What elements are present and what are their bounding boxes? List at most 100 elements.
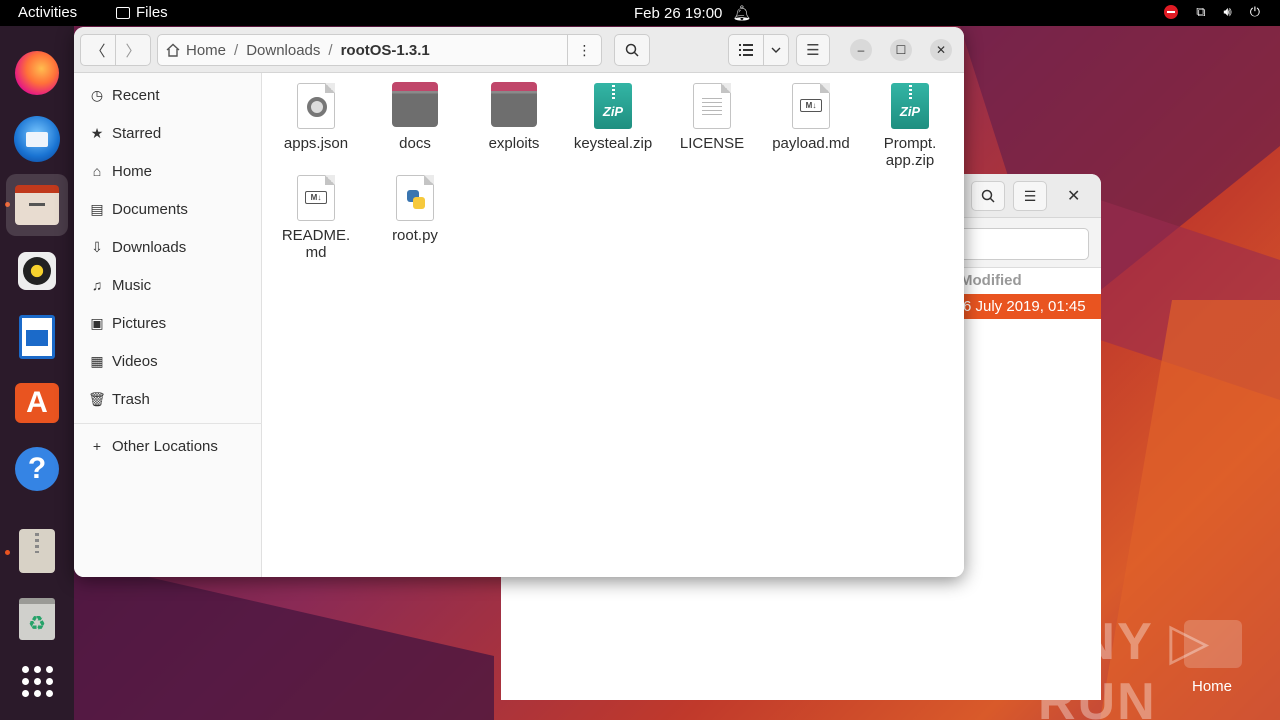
volume-icon: 🔊︎ xyxy=(1223,4,1232,19)
star-icon: ★ xyxy=(90,124,104,141)
breadcrumb-downloads[interactable]: Downloads xyxy=(238,42,328,59)
file-item[interactable]: ZiP Prompt. app.zip xyxy=(864,81,956,169)
folder-item[interactable]: docs xyxy=(369,81,461,152)
close-button[interactable]: ✕ xyxy=(930,39,952,61)
running-indicator xyxy=(5,550,10,555)
back-button[interactable]: 〈 xyxy=(80,34,116,66)
sidebar-item-label: Recent xyxy=(112,86,160,104)
power-icon: ⏻ xyxy=(1249,4,1260,19)
file-item[interactable]: M↓ README. md xyxy=(270,173,362,261)
app-menu[interactable]: Files xyxy=(116,4,168,21)
search-icon xyxy=(981,189,995,203)
sidebar-item-pictures[interactable]: ▣ Pictures xyxy=(74,304,262,342)
dock-archive-manager[interactable] xyxy=(14,528,60,574)
chevron-down-icon xyxy=(771,47,781,53)
writer-icon xyxy=(19,315,55,359)
sidebar-item-label: Documents xyxy=(112,200,188,218)
breadcrumb-current[interactable]: rootOS-1.3.1 xyxy=(333,42,438,59)
dock-help[interactable]: ? xyxy=(14,446,60,492)
view-options-button[interactable] xyxy=(763,34,789,66)
trash-icon: 🗑︎ xyxy=(88,390,106,407)
json-file-icon xyxy=(297,83,335,129)
trash-icon: ♻ xyxy=(19,598,55,640)
file-name: apps.json xyxy=(283,135,349,152)
file-grid: apps.json docs exploits ZiP keysteal.zip… xyxy=(262,73,964,577)
dock-trash[interactable]: ♻ xyxy=(14,596,60,642)
sidebar-item-videos[interactable]: ▦ Videos xyxy=(74,342,262,380)
file-name: README. md xyxy=(281,227,351,261)
wallpaper-facet xyxy=(74,560,494,720)
file-name: exploits xyxy=(488,135,540,152)
file-name: keysteal.zip xyxy=(573,135,653,152)
sidebar-divider xyxy=(74,423,262,424)
sidebar-item-label: Home xyxy=(112,162,153,180)
firefox-icon xyxy=(15,51,59,95)
chevron-right-icon: 〉 xyxy=(125,42,141,60)
sidebar-item-label: Trash xyxy=(112,390,150,408)
dock-writer[interactable] xyxy=(14,314,60,360)
column-header-modified[interactable]: Modified xyxy=(960,272,1022,289)
activities-button[interactable]: Activities xyxy=(18,4,77,21)
sidebar-item-other-locations[interactable]: + Other Locations xyxy=(74,427,262,465)
file-item[interactable]: root.py xyxy=(369,173,461,244)
sidebar-item-downloads[interactable]: ⇩ Downloads xyxy=(74,228,262,266)
clock[interactable]: Feb 26 19:00 🔔︎ xyxy=(634,4,752,23)
dock-files[interactable] xyxy=(6,174,68,236)
clock-icon: ◷ xyxy=(90,86,104,103)
file-item[interactable]: ZiP keysteal.zip xyxy=(567,81,659,152)
python-file-icon xyxy=(396,175,434,221)
file-name: Prompt. app.zip xyxy=(883,135,937,169)
sidebar: ◷ Recent ★ Starred ⌂ Home ▤ Documents ⇩ Downl… xyxy=(74,73,262,577)
music-icon: ♫ xyxy=(91,277,103,293)
desktop-home-icon[interactable] xyxy=(1184,620,1242,668)
minimize-button[interactable]: – xyxy=(850,39,872,61)
files-window: 〈 〉 Home / Downloads / rootOS-1.3.1 ⋮ ☰ … xyxy=(74,27,964,577)
dock-app-center[interactable]: A xyxy=(14,380,60,426)
show-apps-button[interactable] xyxy=(14,658,60,704)
zip-file-icon: ZiP xyxy=(891,83,929,129)
path-menu-button[interactable]: ⋮ xyxy=(567,35,601,65)
system-tray[interactable]: ⧉ 🔊︎ ⏻ xyxy=(1164,4,1260,20)
chevron-left-icon: 〈 xyxy=(90,42,106,60)
header-bar: 〈 〉 Home / Downloads / rootOS-1.3.1 ⋮ ☰ … xyxy=(74,27,964,73)
folder-item[interactable]: exploits xyxy=(468,81,560,152)
network-icon: ⧉ xyxy=(1196,4,1206,19)
dock-rhythmbox[interactable] xyxy=(14,248,60,294)
sidebar-item-home[interactable]: ⌂ Home xyxy=(74,152,262,190)
sidebar-item-recent[interactable]: ◷ Recent xyxy=(74,76,262,114)
video-icon: ▦ xyxy=(90,352,104,369)
sidebar-item-label: Downloads xyxy=(112,238,187,256)
dock-thunderbird[interactable] xyxy=(14,116,60,162)
list-icon xyxy=(739,44,753,56)
vertical-dots-icon: ⋮ xyxy=(577,41,592,58)
folder-icon xyxy=(491,82,537,127)
home-icon: ⌂ xyxy=(92,163,102,179)
forward-button[interactable]: 〉 xyxy=(115,34,151,66)
list-view-button[interactable] xyxy=(728,34,764,66)
sidebar-item-label: Starred xyxy=(112,124,162,142)
desktop-home-label: Home xyxy=(1192,678,1233,695)
menu-button[interactable]: ☰ xyxy=(1013,181,1047,211)
sidebar-item-music[interactable]: ♫ Music xyxy=(74,266,262,304)
search-button[interactable] xyxy=(614,34,650,66)
file-item[interactable]: LICENSE xyxy=(666,81,758,152)
dock-firefox[interactable] xyxy=(14,50,60,96)
bell-icon: 🔔︎ xyxy=(732,5,752,22)
sidebar-item-label: Music xyxy=(112,276,152,294)
sidebar-item-trash[interactable]: 🗑︎ Trash xyxy=(74,380,262,418)
search-button[interactable] xyxy=(971,181,1005,211)
sidebar-item-starred[interactable]: ★ Starred xyxy=(74,114,262,152)
sidebar-item-documents[interactable]: ▤ Documents xyxy=(74,190,262,228)
maximize-button[interactable]: ☐ xyxy=(890,39,912,61)
sidebar-item-label: Videos xyxy=(112,352,158,370)
close-button[interactable]: ✕ xyxy=(1067,186,1080,206)
file-item[interactable]: apps.json xyxy=(270,81,362,152)
file-item[interactable]: M↓ payload.md xyxy=(765,81,857,152)
main-menu-button[interactable]: ☰ xyxy=(796,34,830,66)
close-icon: ✕ xyxy=(935,43,947,57)
path-bar: Home / Downloads / rootOS-1.3.1 ⋮ xyxy=(157,34,602,66)
archive-manager-icon xyxy=(19,529,55,573)
breadcrumb-home[interactable]: Home xyxy=(158,42,234,59)
download-icon: ⇩ xyxy=(91,238,103,255)
home-icon xyxy=(166,43,180,57)
